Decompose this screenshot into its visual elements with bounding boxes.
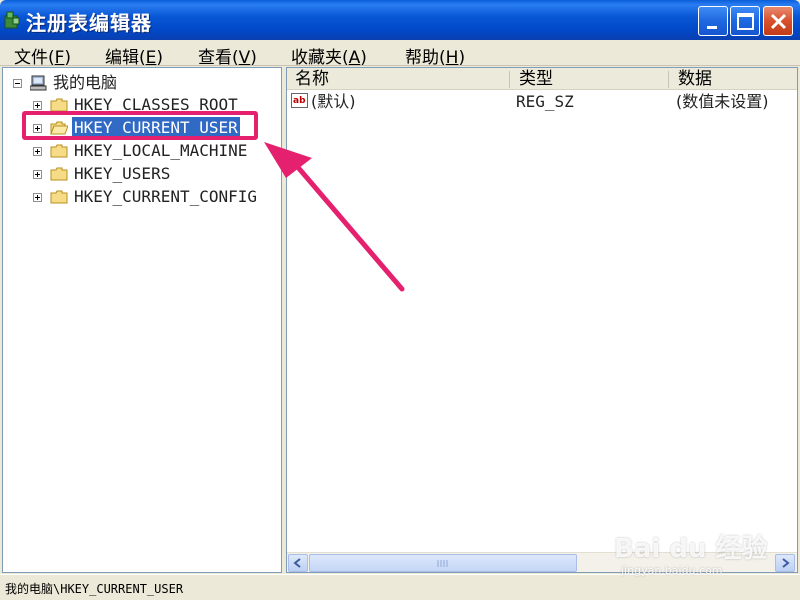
folder-icon (50, 98, 68, 112)
watermark-logo: Bai du 经验 (614, 534, 768, 564)
menu-bar: 文件(F) 编辑(E) 查看(V) 收藏夹(A) 帮助(H) (0, 40, 800, 68)
chevron-left-icon (293, 558, 301, 568)
status-path: 我的电脑\HKEY_CURRENT_USER (5, 582, 184, 596)
menu-help[interactable]: 帮助(H) (405, 43, 465, 68)
scroll-right-button[interactable] (775, 554, 795, 572)
values-list[interactable]: 名称 类型 数据 ab (默认) REG_SZ (数值未设置) (286, 67, 798, 573)
value-name: (默认) (311, 92, 356, 111)
menu-accel: H (445, 48, 459, 68)
computer-icon (30, 75, 47, 91)
scroll-left-button[interactable] (288, 554, 308, 572)
maximize-button[interactable] (730, 6, 760, 36)
tree-item-label: HKEY_CURRENT_CONFIG (74, 187, 258, 206)
expand-icon[interactable] (33, 147, 42, 156)
menu-favorites[interactable]: 收藏夹(A) (291, 43, 367, 68)
value-type: REG_SZ (516, 92, 574, 111)
expand-icon[interactable] (33, 101, 42, 110)
watermark-url: jingyan.baidu.com (621, 564, 723, 577)
close-button[interactable] (763, 6, 793, 36)
expand-icon[interactable] (33, 170, 42, 179)
registry-icon (4, 11, 20, 29)
status-bar: 我的电脑\HKEY_CURRENT_USER (0, 574, 800, 600)
tree-item-label: HKEY_USERS (74, 164, 171, 183)
folder-icon (50, 144, 68, 158)
menu-edit[interactable]: 编辑(E) (105, 43, 163, 68)
menu-accel: V (238, 48, 251, 68)
registry-tree[interactable]: 我的电脑 HKEY_CLASSES_ROOT HKEY_CURRENT_USER… (2, 67, 282, 573)
menu-label: 编辑 (105, 48, 139, 68)
list-item[interactable]: ab (默认) REG_SZ (数值未设置) (287, 91, 797, 113)
minimize-icon (707, 26, 717, 29)
annotation-highlight (22, 111, 258, 140)
chevron-right-icon (782, 558, 790, 568)
minimize-button[interactable] (698, 6, 728, 36)
menu-label: 查看 (198, 48, 232, 68)
tree-root-label: 我的电脑 (53, 73, 118, 92)
window-title: 注册表编辑器 (26, 11, 152, 35)
folder-icon (50, 167, 68, 181)
column-header-name[interactable]: 名称 (287, 68, 509, 90)
menu-accel: F (54, 48, 65, 68)
list-header: 名称 类型 数据 (287, 68, 797, 90)
scroll-thumb[interactable] (309, 554, 577, 572)
value-data: (数值未设置) (676, 92, 769, 111)
column-divider[interactable] (668, 71, 669, 88)
svg-text:ab: ab (293, 96, 306, 106)
column-divider[interactable] (509, 71, 510, 88)
folder-icon (50, 190, 68, 204)
string-value-icon: ab (291, 93, 308, 108)
menu-accel: E (145, 48, 157, 68)
column-header-data[interactable]: 数据 (670, 68, 797, 90)
expand-icon[interactable] (33, 193, 42, 202)
menu-label: 收藏夹 (291, 48, 342, 68)
maximize-icon (737, 13, 754, 30)
menu-accel: A (348, 48, 361, 68)
tree-item-label: HKEY_LOCAL_MACHINE (74, 141, 248, 160)
collapse-icon[interactable] (13, 79, 22, 88)
close-icon (770, 13, 787, 30)
menu-file[interactable]: 文件(F) (14, 43, 71, 68)
column-header-type[interactable]: 类型 (511, 68, 668, 90)
menu-view[interactable]: 查看(V) (198, 43, 257, 68)
title-bar[interactable]: 注册表编辑器 (0, 0, 800, 40)
menu-label: 文件 (14, 48, 48, 68)
grip-icon (437, 560, 448, 567)
menu-label: 帮助 (405, 48, 439, 68)
